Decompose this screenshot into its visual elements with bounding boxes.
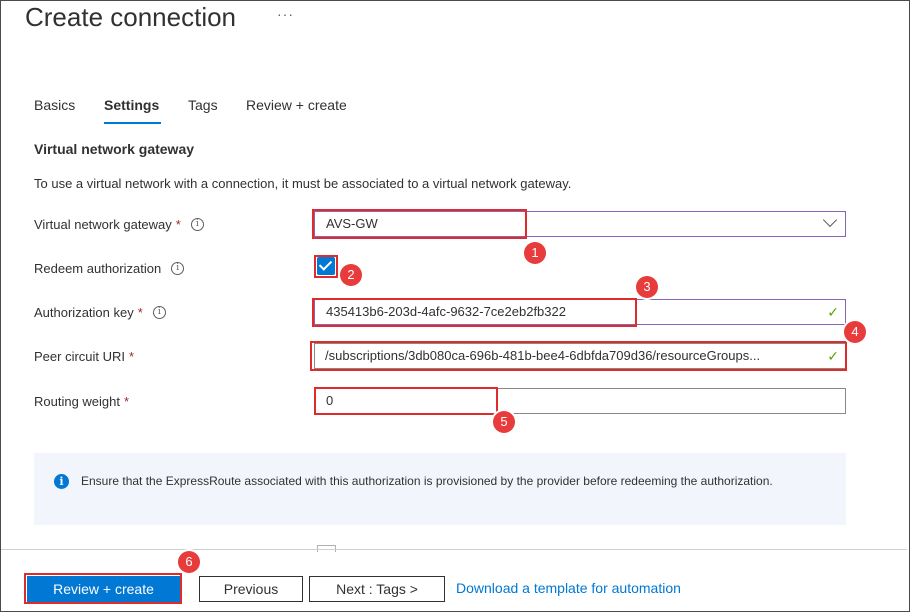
annotation-badge-2: 2: [340, 264, 362, 286]
auth-key-label-row: Authorization key * i: [34, 305, 166, 320]
info-icon[interactable]: i: [152, 306, 166, 319]
gateway-label-row: Virtual network gateway * i: [34, 217, 204, 232]
gateway-label: Virtual network gateway: [34, 217, 172, 232]
annotation-badge-3: 3: [636, 276, 658, 298]
annotation-badge-5: 5: [493, 411, 515, 433]
more-options-icon[interactable]: ···: [277, 6, 294, 22]
redeem-label-row: Redeem authorization i: [34, 261, 185, 276]
annotation-badge-4: 4: [844, 321, 866, 343]
info-message-box: i Ensure that the ExpressRoute associate…: [34, 453, 846, 525]
redeem-label: Redeem authorization: [34, 261, 162, 276]
annotation-box-routing-weight: [314, 387, 498, 415]
annotation-box-peer-uri: [310, 341, 847, 371]
section-title: Virtual network gateway: [34, 141, 195, 157]
annotation-box-review-create: [24, 573, 182, 604]
info-message-text: Ensure that the ExpressRoute associated …: [81, 474, 773, 488]
tab-tags[interactable]: Tags: [188, 97, 218, 113]
required-marker: *: [175, 217, 181, 232]
annotation-box-redeem: [314, 255, 338, 278]
chevron-down-icon: [822, 212, 838, 228]
required-marker: *: [137, 305, 143, 320]
active-tab-indicator: [104, 122, 161, 124]
info-icon: i: [54, 474, 69, 489]
section-description: To use a virtual network with a connecti…: [34, 176, 572, 191]
annotation-badge-1: 1: [524, 242, 546, 264]
tab-review-create[interactable]: Review + create: [246, 97, 347, 113]
annotation-badge-6: 6: [178, 551, 200, 573]
required-marker: *: [129, 349, 135, 364]
peer-uri-label-row: Peer circuit URI *: [34, 349, 134, 364]
annotation-box-gateway: [312, 209, 527, 239]
peer-uri-label: Peer circuit URI: [34, 349, 126, 364]
next-tags-button[interactable]: Next : Tags >: [309, 576, 445, 602]
routing-weight-label-row: Routing weight *: [34, 394, 129, 409]
valid-check-icon: ✓: [827, 304, 839, 320]
required-marker: *: [124, 394, 130, 409]
footer-divider: [1, 549, 907, 550]
tab-basics[interactable]: Basics: [34, 97, 75, 113]
download-template-link[interactable]: Download a template for automation: [456, 580, 681, 596]
routing-weight-label: Routing weight: [34, 394, 120, 409]
auth-key-label: Authorization key: [34, 305, 134, 320]
tab-settings[interactable]: Settings: [104, 97, 159, 113]
info-icon[interactable]: i: [190, 218, 204, 231]
previous-button[interactable]: Previous: [199, 576, 303, 602]
page-title: Create connection: [25, 2, 237, 32]
info-icon[interactable]: i: [171, 262, 185, 275]
annotation-box-auth-key: [312, 298, 637, 327]
